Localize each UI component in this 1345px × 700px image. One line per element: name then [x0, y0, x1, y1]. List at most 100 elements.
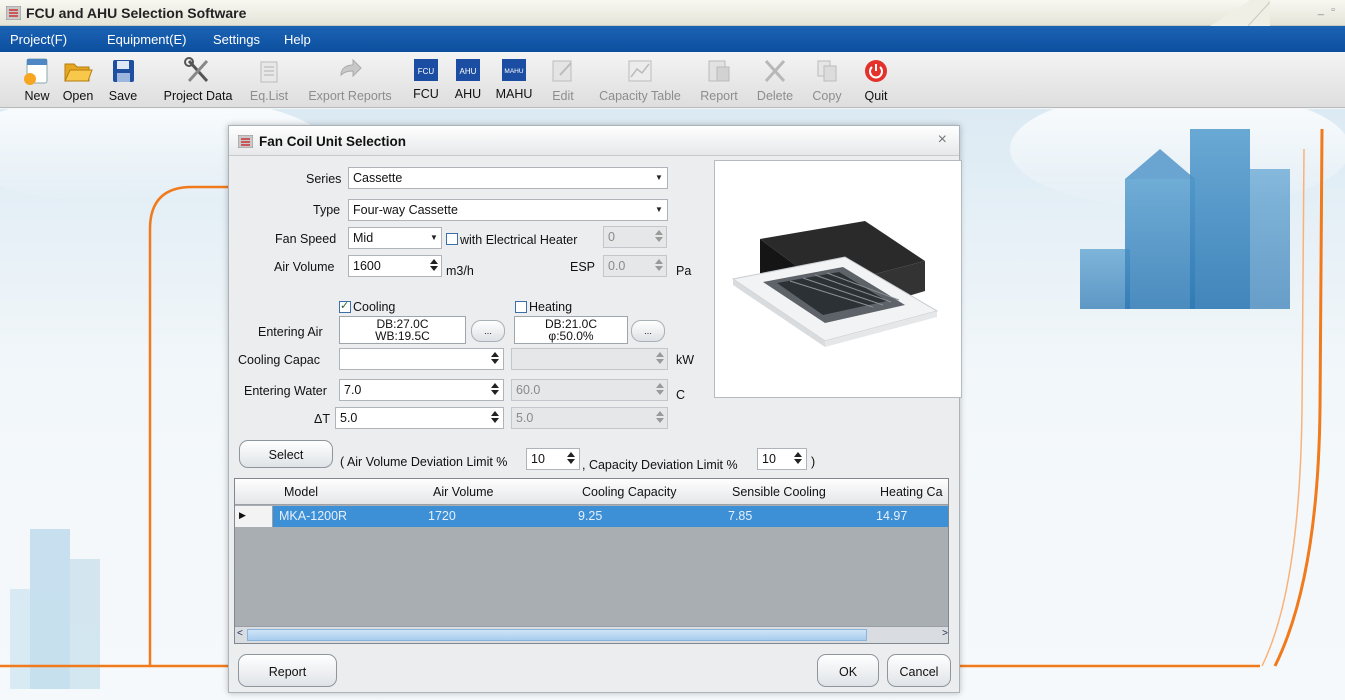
entering-water-cooling-input[interactable]: 7.0 [339, 379, 504, 401]
toolbar-open-button[interactable]: Open [57, 52, 99, 108]
horizontal-scrollbar[interactable]: < > [235, 626, 948, 643]
window-title: FCU and AHU Selection Software [26, 5, 247, 21]
toolbar-quit-button[interactable]: Quit [862, 52, 890, 108]
copy-icon [817, 60, 837, 82]
capacity-deviation-label: , Capacity Deviation Limit % [582, 458, 738, 472]
toolbar-report-button[interactable]: Report [696, 52, 742, 108]
delta-t-cooling-input[interactable]: 5.0 [335, 407, 504, 429]
toolbar-capacity-table-label: Capacity Table [599, 89, 681, 103]
scroll-right-icon[interactable]: > [942, 628, 948, 639]
column-model[interactable]: Model [284, 485, 318, 499]
toolbar-project-data-label: Project Data [163, 89, 233, 103]
export-arrow-icon [340, 58, 362, 78]
toolbar-save-button[interactable]: Save [103, 52, 143, 108]
results-grid: Model Air Volume Cooling Capacity Sensib… [234, 478, 949, 644]
capacity-deviation-spinner[interactable] [792, 449, 804, 469]
toolbar-save-label: Save [108, 89, 138, 103]
menu-bar: Project(F) Equipment(E) Settings Help [0, 26, 1345, 52]
delta-t-cooling-spinner[interactable] [489, 408, 501, 428]
report-button[interactable]: Report [238, 654, 337, 687]
fan-speed-value: Mid [353, 231, 374, 245]
new-project-icon [24, 58, 48, 85]
delta-t-heating-input[interactable]: 5.0 [511, 407, 668, 429]
air-volume-deviation-label: ( Air Volume Deviation Limit % [340, 455, 508, 469]
toolbar-edit-label: Edit [552, 89, 574, 103]
toolbar-export-reports-button[interactable]: Export Reports [302, 52, 398, 108]
toolbar-project-data-button[interactable]: Project Data [157, 52, 239, 108]
toolbar-copy-button[interactable]: Copy [808, 52, 846, 108]
toolbar-report-label: Report [700, 89, 738, 103]
delta-t-heating-value: 5.0 [516, 411, 534, 425]
row-selector[interactable]: ▶ [235, 506, 273, 527]
scrollbar-thumb[interactable] [247, 629, 867, 641]
heating-capacity-spinner[interactable] [654, 349, 666, 369]
toolbar-delete-button[interactable]: Delete [752, 52, 798, 108]
fan-speed-chevron-down-icon[interactable]: ▼ [427, 228, 441, 248]
series-value: Cassette [353, 171, 403, 185]
cooling-air-edit-button[interactable]: ... [471, 320, 505, 342]
esp-spinner[interactable] [653, 256, 665, 276]
column-air-volume[interactable]: Air Volume [433, 485, 493, 499]
ok-button[interactable]: OK [817, 654, 879, 687]
cancel-button[interactable]: Cancel [887, 654, 951, 687]
menu-project[interactable]: Project(F) [10, 32, 67, 47]
grid-header: Model Air Volume Cooling Capacity Sensib… [235, 479, 948, 505]
heating-label: Heating [529, 300, 573, 314]
cell-sensible-cooling: 7.85 [728, 509, 753, 523]
dialog-title-bar: Fan Coil Unit Selection × [229, 126, 959, 156]
table-row[interactable]: MKA-1200R 1720 9.25 7.85 14.97 [235, 506, 948, 527]
cooling-capacity-spinner[interactable] [489, 349, 501, 369]
toolbar-capacity-table-button[interactable]: Capacity Table [590, 52, 690, 108]
capacity-deviation-value: 10 [762, 452, 776, 466]
heating-air-edit-button[interactable]: ... [631, 320, 665, 342]
series-label: Series [306, 172, 342, 186]
toolbar-eqlist-button[interactable]: Eq.List [245, 52, 293, 108]
toolbar-fcu-button[interactable]: FCU FCU [409, 52, 443, 108]
electrical-heater-checkbox[interactable] [446, 233, 458, 245]
toolbar-edit-button[interactable]: Edit [548, 52, 578, 108]
air-volume-deviation-spinner[interactable] [565, 449, 577, 469]
air-volume-value: 1600 [353, 259, 381, 273]
air-volume-spinner[interactable] [428, 256, 440, 276]
delete-x-icon [764, 59, 786, 83]
series-dropdown-chevron-down-icon[interactable]: ▼ [652, 168, 666, 188]
dialog-close-button[interactable]: × [938, 131, 947, 149]
menu-equipment[interactable]: Equipment(E) [107, 32, 186, 47]
series-select[interactable]: Cassette [348, 167, 668, 189]
entering-water-heating-input[interactable]: 60.0 [511, 379, 668, 401]
delta-t-heating-spinner[interactable] [654, 408, 666, 428]
title-decoration [1210, 0, 1270, 26]
svg-text:AHU: AHU [460, 67, 477, 76]
esp-unit: Pa [676, 264, 692, 278]
toolbar-mahu-button[interactable]: MAHU MAHU [494, 52, 534, 108]
column-heating-capacity[interactable]: Heating Ca [880, 485, 943, 499]
cooling-checkbox[interactable]: ✓ [339, 300, 351, 313]
cooling-capacity-input[interactable] [339, 348, 504, 370]
edit-icon [552, 60, 572, 82]
toolbar-new-button[interactable]: New [18, 52, 56, 108]
toolbar-delete-label: Delete [756, 89, 794, 103]
menu-help[interactable]: Help [284, 32, 311, 47]
toolbar-quit-label: Quit [864, 89, 888, 103]
cell-heating-capacity: 14.97 [876, 509, 908, 523]
scroll-left-icon[interactable]: < [237, 628, 243, 639]
menu-settings[interactable]: Settings [213, 32, 260, 47]
toolbar-new-label: New [24, 89, 50, 103]
column-cooling-capacity[interactable]: Cooling Capacity [582, 485, 677, 499]
check-icon: ✓ [340, 300, 350, 312]
heating-capacity-input[interactable] [511, 348, 668, 370]
toolbar-ahu-button[interactable]: AHU AHU [451, 52, 485, 108]
entering-water-cooling-spinner[interactable] [489, 380, 501, 400]
window-controls[interactable]: _ ▫ [1318, 4, 1337, 16]
dialog-title: Fan Coil Unit Selection [259, 134, 407, 149]
heating-checkbox[interactable] [515, 301, 527, 313]
air-volume-unit: m3/h [446, 264, 474, 278]
delta-t-cooling-value: 5.0 [340, 411, 358, 425]
type-dropdown-chevron-down-icon[interactable]: ▼ [652, 200, 666, 220]
heater-spinner[interactable] [653, 227, 665, 247]
column-sensible-cooling[interactable]: Sensible Cooling [732, 485, 826, 499]
type-select[interactable]: Four-way Cassette [348, 199, 668, 221]
air-volume-label: Air Volume [274, 260, 335, 274]
select-button[interactable]: Select [239, 440, 333, 468]
entering-water-heating-spinner[interactable] [654, 380, 666, 400]
